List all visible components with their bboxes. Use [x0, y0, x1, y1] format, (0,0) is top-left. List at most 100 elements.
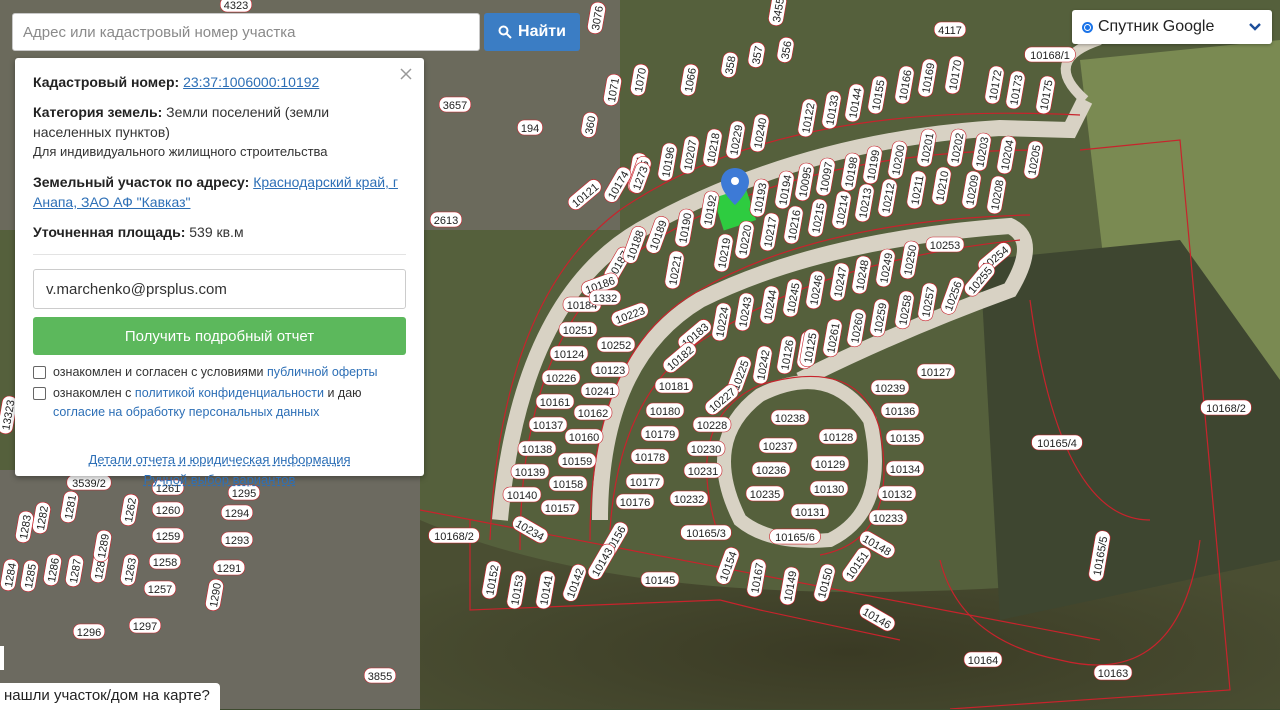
parcel-label[interactable]: 1260	[151, 501, 185, 518]
parcel-label[interactable]: 10135	[885, 429, 925, 446]
parcel-label-text: 10139	[515, 467, 546, 479]
search-input[interactable]	[13, 14, 479, 50]
parcel-label[interactable]: 10179	[640, 425, 680, 442]
parcel-label[interactable]: 10139	[510, 463, 550, 480]
personal-data-consent-link[interactable]: согласие на обработку персональных данны…	[53, 405, 319, 419]
consent-offer-checkbox[interactable]	[33, 366, 46, 379]
parcel-label[interactable]: 10228	[692, 416, 732, 433]
parcel-label[interactable]: 10131	[790, 503, 830, 520]
parcel-label[interactable]: 10233	[868, 509, 908, 526]
parcel-label[interactable]: 10236	[751, 461, 791, 478]
parcel-label-text: 1291	[217, 563, 241, 575]
address-row: Земельный участок по адресу: Краснодарск…	[33, 172, 406, 212]
parcel-label[interactable]: 1297	[128, 617, 162, 634]
parcel-label[interactable]: 10176	[615, 493, 655, 510]
parcel-label[interactable]: 10253	[925, 236, 965, 253]
parcel-label[interactable]: 10161	[535, 393, 575, 410]
parcel-label[interactable]: 10226	[541, 369, 581, 386]
area-row: Уточненная площадь: 539 кв.м	[33, 222, 406, 242]
parcel-label[interactable]: 10157	[540, 499, 580, 516]
parcel-label[interactable]: 4323	[219, 0, 253, 13]
parcel-label[interactable]: 10165/6	[769, 528, 821, 545]
parcel-label[interactable]: 10165/3	[680, 524, 732, 541]
parcel-label-text: 10181	[659, 381, 690, 393]
parcel-label-text: 1257	[148, 584, 172, 596]
parcel-label-text: 1296	[77, 627, 101, 639]
parcel-label[interactable]: 10130	[809, 480, 849, 497]
parcel-label[interactable]: 10181	[654, 377, 694, 394]
parcel-label[interactable]: 10129	[810, 455, 850, 472]
search-box[interactable]	[12, 13, 480, 51]
parcel-label[interactable]: 10123	[590, 361, 630, 378]
parcel-label[interactable]: 10177	[625, 473, 665, 490]
parcel-label[interactable]: 10165/4	[1031, 434, 1083, 451]
parcel-label[interactable]: 10138	[517, 440, 557, 457]
parcel-label-text: 1297	[133, 621, 157, 633]
parcel-label[interactable]: 1293	[220, 531, 254, 548]
parcel-label[interactable]: 3657	[438, 96, 472, 113]
parcel-label[interactable]: 10137	[528, 416, 568, 433]
parcel-label[interactable]: 10134	[885, 460, 925, 477]
parcel-label[interactable]: 10124	[549, 345, 589, 362]
find-button[interactable]: Найти	[484, 13, 580, 51]
parcel-label[interactable]: 10235	[745, 485, 785, 502]
parcel-label[interactable]: 194	[517, 119, 543, 136]
parcel-label-text: 10127	[921, 367, 952, 379]
privacy-policy-link[interactable]: политикой конфиденциальности	[135, 386, 324, 400]
parcel-label[interactable]: 10239	[870, 379, 910, 396]
parcel-label[interactable]: 10232	[669, 490, 709, 507]
parcel-label[interactable]: 10128	[818, 428, 858, 445]
cadastral-number-link[interactable]: 23:37:1006000:10192	[183, 74, 319, 90]
consent-offer[interactable]: ознакомлен и согласен с условиями публич…	[33, 363, 406, 382]
parcel-label[interactable]: 10251	[558, 321, 598, 338]
close-icon[interactable]	[398, 66, 414, 82]
parcel-label[interactable]: 10136	[880, 402, 920, 419]
parcel-label[interactable]: 10163	[1093, 664, 1133, 681]
parcel-label[interactable]: 10140	[502, 486, 542, 503]
map-layer-select[interactable]: Спутник Google	[1072, 10, 1272, 44]
bottom-prompt[interactable]: нашли участок/дом на карте?	[0, 683, 220, 710]
parcel-label[interactable]: 1332	[588, 289, 622, 306]
parcel-label[interactable]: 10178	[630, 448, 670, 465]
parcel-label[interactable]: 10238	[770, 409, 810, 426]
parcel-label[interactable]: 10160	[564, 428, 604, 445]
parcel-label[interactable]: 10158	[548, 475, 588, 492]
parcel-label[interactable]: 10127	[916, 363, 956, 380]
parcel-label[interactable]: 1258	[148, 553, 182, 570]
parcel-label[interactable]: 10168/1	[1024, 46, 1076, 63]
parcel-label[interactable]: 1259	[151, 527, 185, 544]
parcel-label-text: 10135	[890, 433, 921, 445]
parcel-label[interactable]: 10180	[645, 402, 685, 419]
parcel-label[interactable]: 10162	[573, 404, 613, 421]
parcel-label[interactable]: 1257	[143, 580, 177, 597]
parcel-label-text: 10226	[546, 373, 577, 385]
parcel-label[interactable]: 3855	[363, 667, 397, 684]
email-field[interactable]: v.marchenko@prsplus.com	[33, 269, 406, 309]
parcel-label[interactable]: 10252	[596, 336, 636, 353]
parcel-label[interactable]: 10230	[686, 440, 726, 457]
consent-privacy[interactable]: ознакомлен с политикой конфиденциальност…	[33, 384, 406, 422]
parcel-label[interactable]: 10132	[877, 485, 917, 502]
public-offer-link[interactable]: публичной оферты	[267, 365, 377, 379]
parcel-label[interactable]: 4117	[933, 21, 967, 38]
parcel-label[interactable]: 1291	[212, 559, 246, 576]
parcel-label[interactable]: 10168/2	[428, 527, 480, 544]
get-report-button[interactable]: Получить подробный отчет	[33, 317, 406, 355]
parcel-label[interactable]: 10159	[557, 452, 597, 469]
parcel-label[interactable]: 10231	[683, 462, 723, 479]
side-tab[interactable]	[0, 646, 4, 670]
consent-privacy-checkbox[interactable]	[33, 387, 46, 400]
parcel-label[interactable]: 10241	[580, 382, 620, 399]
report-details-link[interactable]: Детали отчета и юридическая информация	[88, 452, 350, 467]
parcel-label-text: 10137	[533, 420, 564, 432]
parcel-label[interactable]: 1294	[220, 504, 254, 521]
parcel-label[interactable]: 2613	[429, 211, 463, 228]
parcel-label[interactable]: 1296	[72, 623, 106, 640]
parcel-label[interactable]: 10168/2	[1200, 399, 1252, 416]
parcel-label[interactable]: 10145	[640, 571, 680, 588]
parcel-label[interactable]: 10164	[963, 651, 1003, 668]
manual-choice-link[interactable]: Ручной выбор вариантов	[144, 472, 296, 487]
parcel-label[interactable]: 10237	[758, 437, 798, 454]
parcel-label-text: 10238	[775, 413, 806, 425]
parcel-label-text: 10179	[645, 429, 676, 441]
